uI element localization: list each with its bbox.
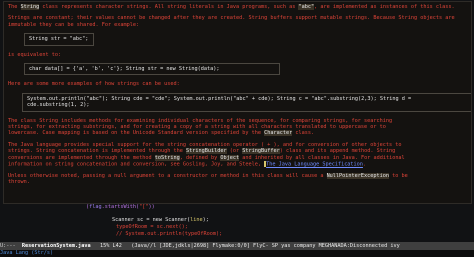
character-code: Character (264, 130, 293, 137)
null-line-2: thrown. (8, 179, 30, 186)
scanner-decl: Scanner sc = new Scanner( (112, 217, 191, 223)
object-code: Object (220, 154, 240, 161)
concat-2-post: ) class and its append method. String (279, 148, 396, 155)
code-3-line-2: cde.substring(1, 2); (27, 102, 90, 109)
doc-para-null: Unless otherwise noted, passing a null a… (8, 173, 467, 186)
echo-area: Java Lang (Str/s) (0, 250, 474, 257)
concat-3-mid: , defined by (179, 154, 221, 161)
jls-link[interactable]: The Java Language Specification (266, 162, 363, 168)
concat-3-pre: conversions are implemented through the … (8, 154, 155, 161)
intro-1: The (8, 4, 21, 10)
intro-3: class represents character strings. All … (39, 4, 299, 10)
code-block-3: System.out.println("abc"); String cde = … (22, 92, 471, 112)
methods-line-3-post: class. (292, 130, 315, 137)
intro-abc-code: "abc" (298, 4, 315, 10)
doc-equivalent: is equivalent to: (8, 51, 62, 58)
null-1-post: to be (389, 173, 408, 179)
buffer-filename: ReservationSystem.java (21, 243, 91, 249)
flag-var: flag (89, 204, 102, 210)
intro-5: , are implemented as instances of this c… (314, 4, 455, 10)
mode-line: U:--- ReservationSystem.java 15% L42 (Ja… (0, 242, 474, 250)
buffer-state: U:--- (0, 243, 22, 249)
concat-3-post: and inherited by all classes in Java. Fo… (239, 154, 405, 161)
doc-para-immutable: Strings are constant; their values canno… (8, 15, 455, 28)
editor-line-comment[interactable]: // System.out.println(typeOfRoom); (116, 231, 222, 237)
stringbuilder-code: StringBuilder (186, 148, 227, 155)
code-block-1: String str = "abc"; (24, 33, 94, 46)
doc-intro: The String class represents character st… (8, 4, 467, 10)
code-block-2: char data[] = {'a', 'b', 'c'}; String st… (24, 63, 280, 76)
null-line-1: Unless otherwise noted, passing a null a… (8, 173, 467, 179)
editor-line-if[interactable]: (flag.startsWith("[")) (86, 204, 155, 210)
tostring-code: toString (154, 154, 180, 161)
paren-close: )) (148, 204, 155, 210)
concat-4-post: . (362, 161, 367, 168)
buffer-position: 15% L42 (90, 243, 132, 249)
concat-2-pre: strings. String concatenation is impleme… (8, 148, 187, 155)
code-3-line-1: System.out.println("abc"); String cde = … (27, 95, 412, 102)
methods-line-3: lowercase. Case mapping is based on the … (8, 130, 467, 137)
intro-string-code: String (20, 4, 40, 10)
concat-line-4: information on string concatenation and … (8, 161, 467, 168)
concat-4-pre: information on string concatenation and … (8, 161, 265, 168)
major-minor-modes: (Java//l [JDE,jdkls|2698] Flymake: (131, 243, 238, 249)
startswith-call: .startsWith( (101, 204, 140, 210)
doc-para-methods: The class String includes methods for ex… (8, 118, 467, 137)
stringbuffer-code: StringBuffer (242, 148, 280, 155)
methods-line-3-pre: lowercase. Case mapping is based on the … (8, 130, 265, 137)
line-var: line (190, 217, 203, 223)
flymake-count: 0/0 (237, 243, 247, 249)
doc-para-concat: The Java language provides special suppo… (8, 142, 467, 168)
scanner-end: ); (202, 217, 209, 223)
null-1-pre: Unless otherwise noted, passing a null a… (8, 173, 327, 179)
editor-line-typeofroom[interactable]: typeOfRoom = sc.next(); (116, 224, 188, 230)
concat-2-mid: (or (226, 148, 243, 155)
modes-rest: ] FlyC- SP yas company MEGHANADA:Disconn… (246, 243, 400, 249)
editor-line-scanner[interactable]: Scanner sc = new Scanner(line); (112, 217, 209, 223)
doc-more-examples: Here are some more examples of how strin… (8, 81, 180, 88)
javadoc-popup: The String class represents character st… (3, 1, 472, 204)
code-editor[interactable]: (flag.startsWith("[")) Scanner sc = new … (0, 204, 474, 242)
npe-code: NullPointerException (326, 173, 390, 179)
